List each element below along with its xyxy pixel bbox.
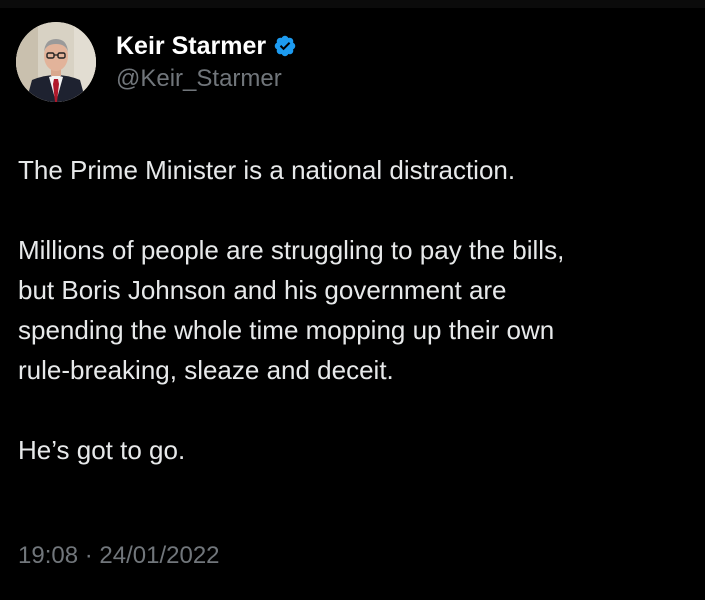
tweet-header: Keir Starmer @Keir_Starmer — [16, 22, 297, 102]
top-divider — [0, 0, 705, 8]
author-display-name[interactable]: Keir Starmer — [116, 31, 266, 61]
author-handle[interactable]: @Keir_Starmer — [116, 64, 297, 94]
tweet-time: 19:08 — [18, 542, 79, 569]
tweet-paragraph-2: Millions of people are struggling to pay… — [18, 235, 565, 385]
name-row: Keir Starmer — [116, 31, 297, 61]
tweet: Keir Starmer @Keir_Starmer The Prime Min… — [0, 0, 705, 600]
author-names: Keir Starmer @Keir_Starmer — [116, 31, 297, 94]
tweet-date: 24/01/2022 — [99, 542, 220, 569]
verified-badge-icon[interactable] — [273, 34, 297, 58]
tweet-paragraph-3: He’s got to go. — [18, 435, 186, 465]
tweet-timestamp[interactable]: 19:08 · 24/01/2022 — [18, 540, 220, 572]
avatar-image — [16, 22, 96, 102]
timestamp-separator: · — [84, 542, 93, 569]
avatar[interactable] — [16, 22, 96, 102]
tweet-paragraph-1: The Prime Minister is a national distrac… — [18, 155, 516, 185]
tweet-text: The Prime Minister is a national distrac… — [18, 150, 698, 470]
